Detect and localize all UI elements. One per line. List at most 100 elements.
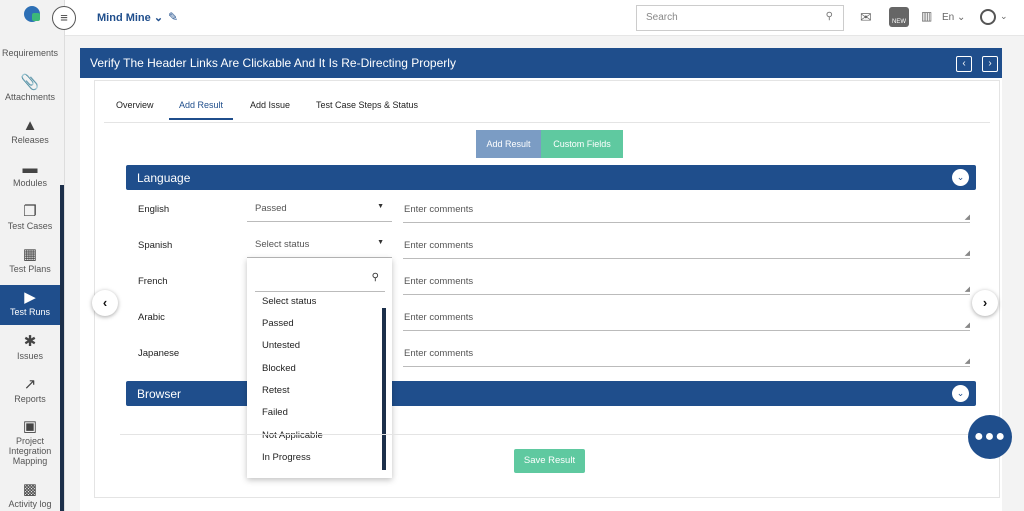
tab-add-result[interactable]: Add Result [169, 100, 234, 120]
sidebar-item-label: Activity log [8, 499, 52, 509]
edit-icon[interactable]: ✎ [168, 10, 178, 24]
sidebar-item-project-integration-mapping[interactable]: ▣ Project Integration Mapping [0, 418, 60, 466]
dropdown-option[interactable]: In Progress [262, 452, 311, 463]
comment-field-japanese[interactable]: Enter comments ◢ [403, 343, 970, 367]
comment-field-arabic[interactable]: Enter comments ◢ [403, 307, 970, 331]
comment-field-english[interactable]: Enter comments ◢ [403, 199, 970, 223]
previous-button[interactable]: ‹ [956, 56, 972, 72]
add-result-segment[interactable]: Add Result [476, 130, 541, 158]
sidebar-item-requirements[interactable]: Requirements [0, 48, 60, 58]
comment-placeholder: Enter comments [404, 204, 474, 215]
resize-handle-icon[interactable]: ◢ [965, 249, 970, 257]
dropdown-option[interactable]: Untested [262, 340, 300, 351]
test-case-title-bar: Verify The Header Links Are Clickable An… [80, 48, 1002, 78]
sidebar-item-label: Reports [14, 394, 46, 404]
sidebar-item-releases[interactable]: ▲ Releases [0, 117, 60, 145]
tab-test-case-steps[interactable]: Test Case Steps & Status [316, 100, 418, 110]
next-button[interactable]: › [982, 56, 998, 72]
dropdown-option[interactable]: Retest [262, 385, 289, 396]
sidebar-item-test-cases[interactable]: ❐ Test Cases [0, 203, 60, 231]
sidebar-item-reports[interactable]: ↗ Reports [0, 376, 60, 404]
copy-icon: ❐ [23, 203, 37, 220]
top-bar [65, 0, 1024, 36]
language-selector[interactable]: En ⌄ [942, 12, 965, 23]
dropdown-option[interactable]: Passed [262, 318, 294, 329]
project-selector[interactable]: Mind Mine ⌄ [97, 11, 163, 24]
dropdown-search-input[interactable]: ⚲ [255, 266, 385, 292]
resize-handle-icon[interactable]: ◢ [965, 321, 970, 329]
sidebar-item-label: Requirements [1, 48, 59, 58]
chevron-down-icon: ⌄ [153, 12, 164, 24]
sidebar-item-label: Modules [12, 178, 48, 188]
tab-add-issue[interactable]: Add Issue [250, 100, 290, 110]
search-icon[interactable]: ⚲ [826, 11, 833, 22]
chevron-down-icon[interactable]: ⌄ [952, 385, 969, 402]
new-badge: NEW [892, 19, 906, 25]
sidebar-item-attachments[interactable]: 📎 Attachments [0, 74, 60, 102]
translate-icon[interactable]: ▥ [921, 9, 932, 23]
sidebar-item-activity-log[interactable]: ▩ Activity log [0, 481, 60, 509]
comment-placeholder: Enter comments [404, 348, 474, 359]
integration-icon: ▣ [22, 418, 38, 435]
chat-bubble-button[interactable]: ●●● [968, 415, 1012, 459]
row-label-english: English [138, 204, 170, 215]
comment-placeholder: Enter comments [404, 240, 474, 251]
resize-handle-icon[interactable]: ◢ [965, 213, 970, 221]
sidebar-item-label: Test Plans [9, 264, 51, 274]
user-avatar-icon[interactable] [980, 9, 996, 25]
archive-icon: ▬ [22, 160, 38, 177]
tab-overview[interactable]: Overview [116, 100, 154, 110]
menu-toggle-button[interactable]: ≡ [52, 6, 76, 30]
sidebar-item-issues[interactable]: ✱ Issues [0, 333, 60, 361]
resize-handle-icon[interactable]: ◢ [965, 357, 970, 365]
row-label-french: French [138, 276, 168, 287]
app-logo [24, 6, 40, 22]
sidebar-item-test-runs[interactable]: ▶ Test Runs [0, 285, 60, 325]
dropdown-option[interactable]: Failed [262, 407, 288, 418]
status-select-spanish[interactable]: Select status ▼ [247, 234, 392, 258]
whats-new-icon[interactable]: NEW [889, 7, 909, 27]
sidebar-item-modules[interactable]: ▬ Modules [0, 160, 60, 188]
sidebar-item-label: Attachments [4, 92, 56, 102]
custom-fields-segment[interactable]: Custom Fields [541, 130, 623, 158]
language-label: En [942, 12, 955, 23]
dropdown-option[interactable]: Not Applicable [262, 430, 323, 441]
divider [120, 434, 990, 435]
language-section-header[interactable]: Language ⌄ [126, 165, 976, 190]
row-label-japanese: Japanese [138, 348, 180, 359]
status-value: Passed [255, 203, 287, 214]
mail-icon[interactable]: ✉ [860, 9, 872, 26]
comment-field-french[interactable]: Enter comments ◢ [403, 271, 970, 295]
save-result-button[interactable]: Save Result [514, 449, 585, 473]
box-icon: ▩ [22, 481, 38, 498]
road-icon: ▲ [22, 117, 38, 134]
row-label-spanish: Spanish [138, 240, 173, 251]
status-select-english[interactable]: Passed ▼ [247, 198, 392, 222]
dropdown-option[interactable]: Blocked [262, 363, 296, 374]
caret-down-icon: ▼ [377, 239, 384, 246]
caret-down-icon: ▼ [377, 203, 384, 210]
play-icon: ▶ [24, 289, 36, 306]
comment-field-spanish[interactable]: Enter comments ◢ [403, 235, 970, 259]
sidebar-item-label: Test Runs [9, 307, 51, 317]
chevron-down-icon[interactable]: ⌄ [952, 169, 969, 186]
project-name: Mind Mine [97, 12, 151, 24]
resize-handle-icon[interactable]: ◢ [965, 285, 970, 293]
status-value: Select status [255, 239, 310, 250]
chevron-down-icon[interactable]: ⌄ [1000, 11, 1008, 22]
previous-case-button[interactable]: ‹ [92, 290, 118, 316]
sidebar-scrollbar[interactable] [60, 185, 64, 511]
page-title: Verify The Header Links Are Clickable An… [90, 56, 456, 70]
sidebar-item-label: Project Integration Mapping [8, 436, 52, 466]
sidebar-item-label: Test Cases [7, 221, 53, 231]
dropdown-option[interactable]: Select status [262, 296, 316, 307]
section-title: Language [137, 171, 191, 185]
next-case-button[interactable]: › [972, 290, 998, 316]
sidebar-item-test-plans[interactable]: ▦ Test Plans [0, 246, 60, 274]
section-title: Browser [137, 387, 182, 401]
sidebar-item-label: Issues [16, 351, 43, 361]
row-label-arabic: Arabic [138, 312, 165, 323]
comment-placeholder: Enter comments [404, 312, 474, 323]
search-input[interactable]: Search ⚲ [636, 5, 844, 31]
dropdown-scrollbar[interactable] [382, 308, 386, 470]
